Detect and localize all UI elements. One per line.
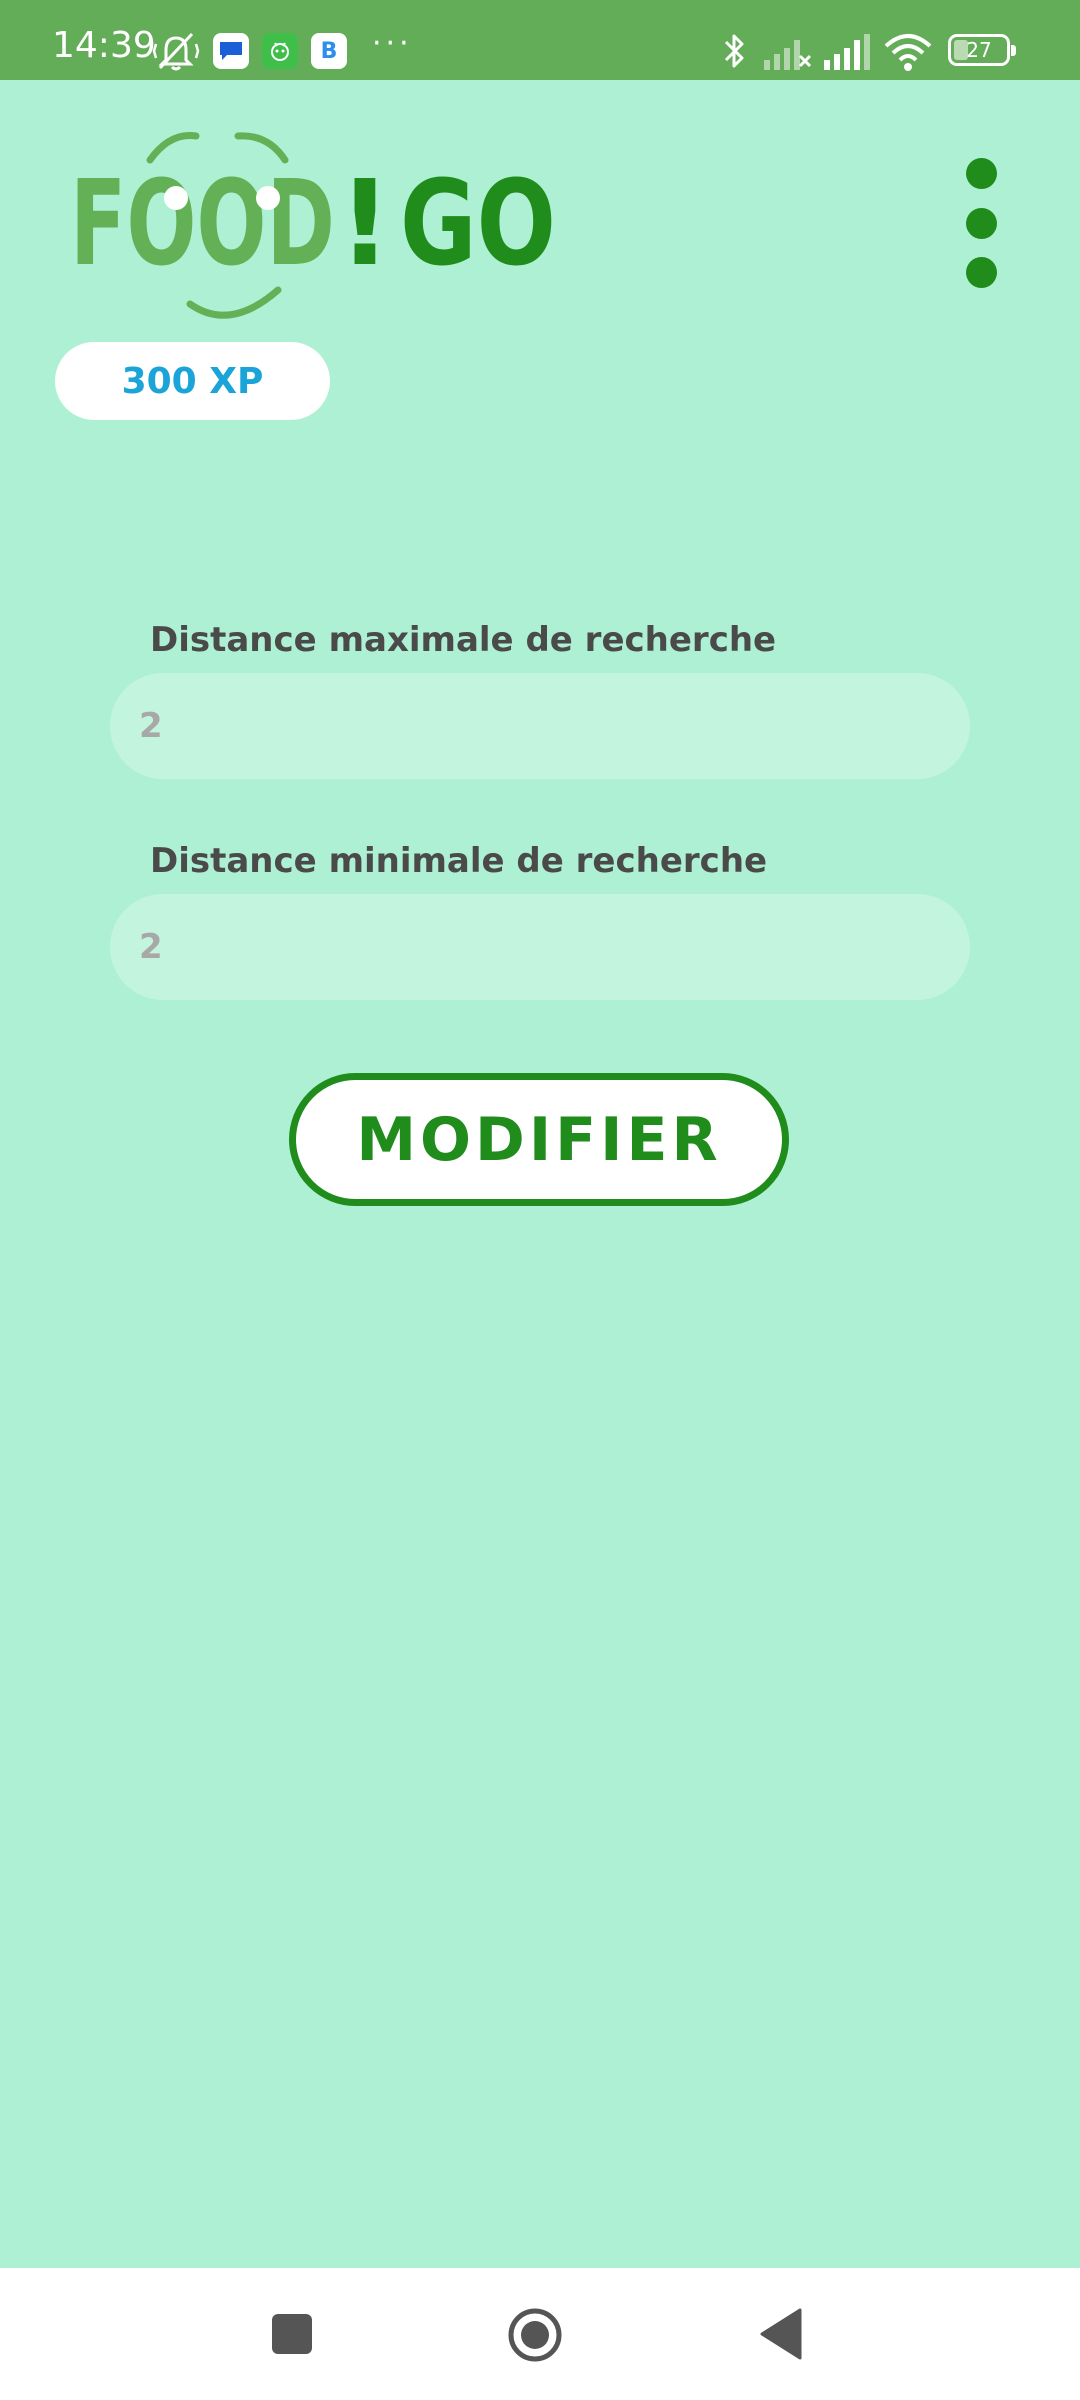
battery-icon: 27 xyxy=(948,34,1016,66)
max-distance-input[interactable] xyxy=(110,673,970,779)
foodigo-logo: FOOD ! GO xyxy=(70,132,556,319)
min-distance-input[interactable] xyxy=(110,894,970,1000)
status-bar: 14:39 B ··· 27 xyxy=(0,0,1080,80)
b-app-letter: B xyxy=(320,38,338,64)
wifi-icon xyxy=(884,34,932,71)
bluetooth-icon xyxy=(724,34,744,68)
recent-apps-icon[interactable] xyxy=(270,2312,314,2356)
navigation-bar xyxy=(0,2268,1080,2400)
messages-app-icon xyxy=(213,33,249,69)
home-icon[interactable] xyxy=(506,2306,564,2364)
signal-sim2-icon xyxy=(764,40,812,70)
logo-exclaim-text: ! xyxy=(338,154,392,292)
menu-dot xyxy=(965,257,997,288)
overflow-menu-button[interactable] xyxy=(954,158,1008,288)
more-vertical-icon xyxy=(965,158,997,189)
menu-dot xyxy=(965,207,997,239)
b-app-icon: B xyxy=(311,33,347,69)
status-time: 14:39 xyxy=(52,25,156,66)
modify-button[interactable]: MODIFIER xyxy=(289,1073,789,1206)
logo-go-text: GO xyxy=(400,154,556,292)
xp-badge: 300 XP xyxy=(55,342,330,420)
vibrate-muted-icon xyxy=(152,32,200,71)
back-icon[interactable] xyxy=(758,2308,804,2360)
android-app-icon xyxy=(262,33,298,69)
max-distance-label: Distance maximale de recherche xyxy=(150,620,777,660)
logo-food-text: FOOD xyxy=(70,154,335,292)
signal-sim1-icon xyxy=(824,34,870,70)
more-notifications-icon: ··· xyxy=(372,26,413,61)
battery-level: 27 xyxy=(966,38,992,62)
min-distance-label: Distance minimale de recherche xyxy=(150,841,768,881)
